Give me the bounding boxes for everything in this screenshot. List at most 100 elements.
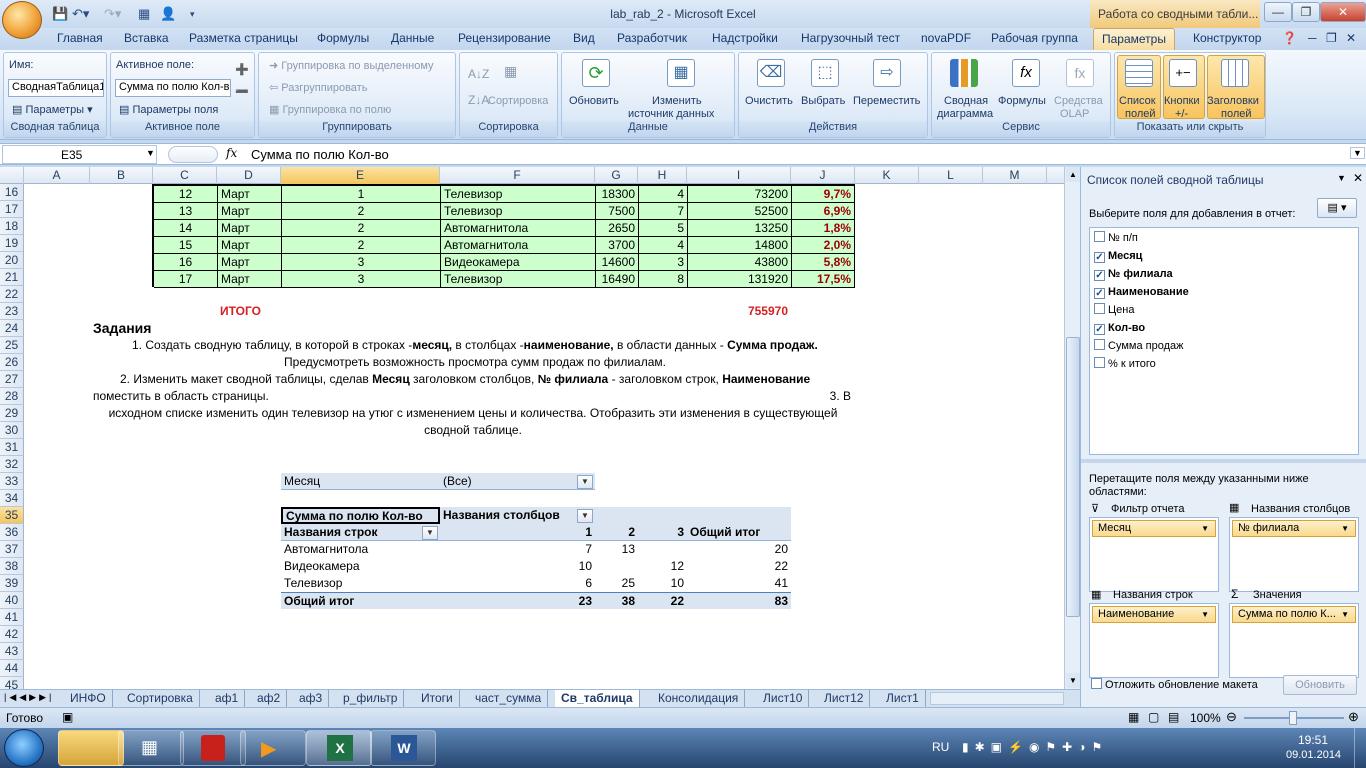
table-cell[interactable]: Автомагнитола — [441, 237, 596, 254]
col-header-h[interactable]: H — [638, 167, 687, 184]
calculator-taskbar-icon[interactable]: ▦ — [118, 730, 184, 766]
media-player-taskbar-icon[interactable]: ▶ — [240, 730, 306, 766]
table-cell[interactable]: 9,7% — [792, 186, 855, 203]
name-box-dropdown-icon[interactable]: ▼ — [146, 148, 155, 158]
sort-button[interactable]: Сортировка — [488, 95, 548, 107]
clock-date[interactable]: 09.01.2014 — [1286, 749, 1341, 761]
col-header-d[interactable]: D — [217, 167, 281, 184]
tab-review[interactable]: Рецензирование — [458, 31, 551, 45]
table-cell[interactable]: 52500 — [688, 203, 792, 220]
table-cell[interactable]: 43800 — [688, 254, 792, 271]
table-cell[interactable]: 14600 — [596, 254, 639, 271]
table-cell[interactable]: 2 — [282, 203, 441, 220]
pivot-grand-col-label[interactable]: Общий итог — [687, 524, 791, 541]
table-cell[interactable]: 4 — [639, 237, 688, 254]
sheet-tab-active[interactable]: Св_таблица — [555, 690, 640, 707]
sort-az-icon[interactable]: A↓Z — [468, 67, 489, 81]
row-header[interactable]: 37 — [0, 541, 24, 558]
sheet-tab[interactable]: аф1 — [209, 690, 246, 707]
page-layout-view-icon[interactable]: ▢ — [1148, 710, 1159, 724]
sheet-tab[interactable]: Итоги — [415, 690, 460, 707]
row-header[interactable]: 43 — [0, 643, 24, 660]
columns-field-chip[interactable]: № филиала — [1232, 520, 1356, 537]
col-header-a[interactable]: A — [24, 167, 90, 184]
pivot-value[interactable]: 10 — [638, 575, 687, 592]
field-item[interactable]: Сумма продаж — [1094, 338, 1183, 354]
row-header[interactable]: 25 — [0, 337, 24, 354]
pivot-grand-total[interactable]: 22 — [638, 592, 687, 609]
task-2-line-2[interactable]: поместить в область страницы. — [90, 388, 390, 405]
col-header-c[interactable]: C — [153, 167, 217, 184]
expand-field-icon[interactable]: ➕ — [235, 63, 249, 76]
sheet-tab[interactable]: Сортировка — [121, 690, 200, 707]
sort-dialog-icon[interactable]: ▦ — [504, 63, 517, 80]
pivot-name-input[interactable]: СводнаяТаблица1 — [8, 79, 104, 97]
close-button[interactable]: ✕ — [1320, 2, 1366, 22]
sheet-tab[interactable]: Лист12 — [818, 690, 871, 707]
table-cell[interactable]: 3 — [282, 271, 441, 288]
pane-close-icon[interactable]: ✕ — [1353, 171, 1363, 185]
zoom-out-icon[interactable]: ⊖ — [1226, 709, 1237, 725]
sheet-nav-icon[interactable]: |◀◀▶▶| — [4, 692, 54, 703]
table-cell[interactable]: 1,8% — [792, 220, 855, 237]
sheet-tab[interactable]: аф2 — [251, 690, 288, 707]
col-header-b[interactable]: B — [90, 167, 153, 184]
filter-drop-area[interactable]: Месяц — [1089, 517, 1219, 592]
table-cell[interactable]: 18300 — [596, 186, 639, 203]
pivot-grand-total[interactable]: 38 — [595, 592, 638, 609]
scroll-down-icon[interactable]: ▼ — [1066, 673, 1080, 688]
formula-input[interactable]: Сумма по полю Кол-во — [251, 147, 389, 162]
table-cell[interactable]: Телевизор — [441, 186, 596, 203]
row-header[interactable]: 26 — [0, 354, 24, 371]
task-3-line-3[interactable]: сводной таблице. — [330, 422, 616, 439]
row-header[interactable]: 19 — [0, 235, 24, 252]
row-header[interactable]: 33 — [0, 473, 24, 490]
worksheet-grid[interactable]: A B C D E F G H I J K L M 16 17 18 19 20… — [0, 167, 1064, 689]
pivot-value[interactable]: 12 — [638, 558, 687, 575]
rows-drop-area[interactable]: Наименование — [1089, 603, 1219, 678]
table-cell[interactable]: Телевизор — [441, 271, 596, 288]
zoom-slider-thumb[interactable] — [1289, 711, 1297, 725]
explorer-taskbar-icon[interactable] — [58, 730, 124, 766]
table-cell[interactable]: Март — [218, 237, 282, 254]
change-source-line1[interactable]: Изменить — [652, 95, 702, 107]
table-cell[interactable]: 2 — [282, 220, 441, 237]
row-header-selected[interactable]: 35 — [0, 507, 24, 524]
field-settings-button[interactable]: ▤ Параметры поля — [119, 103, 218, 116]
pane-menu-icon[interactable]: ▼ — [1337, 173, 1346, 183]
table-cell[interactable]: 6,9% — [792, 203, 855, 220]
field-item[interactable]: № п/п — [1094, 230, 1138, 246]
show-desktop-button[interactable] — [1354, 728, 1366, 768]
pane-splitter[interactable] — [1081, 459, 1366, 463]
sheet-tab[interactable]: аф3 — [293, 690, 330, 707]
total-value[interactable]: 755970 — [687, 303, 791, 320]
tab-novapdf[interactable]: novaPDF — [921, 31, 971, 45]
field-item[interactable]: ✓ № филиала — [1094, 266, 1173, 282]
row-header[interactable]: 22 — [0, 286, 24, 303]
formula-expand-icon[interactable]: ▼ — [1350, 147, 1365, 159]
tab-workgroup[interactable]: Рабочая группа — [991, 31, 1078, 45]
ungroup-button[interactable]: ⇦ Разгруппировать — [269, 81, 367, 94]
pivot-col-label[interactable]: 1 — [440, 524, 595, 541]
tab-home[interactable]: Главная — [57, 31, 103, 45]
language-indicator[interactable]: RU — [932, 740, 949, 754]
table-cell[interactable]: 5 — [639, 220, 688, 237]
tab-formulas[interactable]: Формулы — [317, 31, 369, 45]
row-header[interactable]: 31 — [0, 439, 24, 456]
pivot-col-label[interactable]: 3 — [638, 524, 687, 541]
row-header[interactable]: 34 — [0, 490, 24, 507]
sort-za-icon[interactable]: Z↓A — [468, 93, 489, 107]
row-header[interactable]: 24 — [0, 320, 24, 337]
field-item[interactable]: % к итого — [1094, 356, 1156, 372]
tab-data[interactable]: Данные — [391, 31, 434, 45]
pivot-value[interactable]: 7 — [440, 541, 595, 558]
pivot-chart-line1[interactable]: Сводная — [944, 95, 988, 107]
rows-field-chip[interactable]: Наименование — [1092, 606, 1216, 623]
col-header-l[interactable]: L — [919, 167, 983, 184]
row-header[interactable]: 40 — [0, 592, 24, 609]
pivot-row-label[interactable]: Автомагнитола — [281, 541, 440, 558]
table-cell[interactable]: 13 — [154, 203, 218, 220]
row-header[interactable]: 45 — [0, 677, 24, 689]
table-cell[interactable]: 131920 — [688, 271, 792, 288]
formulas-button[interactable]: Формулы — [998, 95, 1046, 107]
